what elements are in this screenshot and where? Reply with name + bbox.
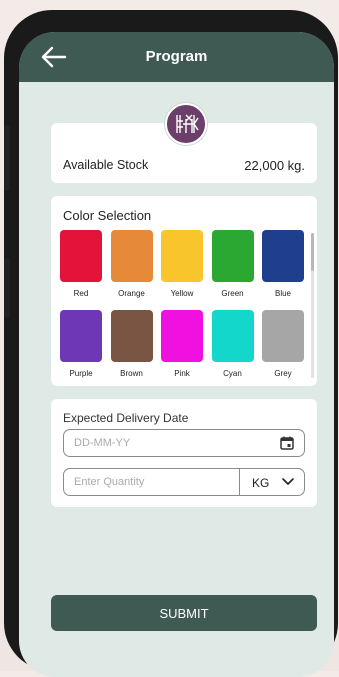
phone-frame: Program Available Stock 22,000 kg. Color… bbox=[4, 10, 338, 677]
brand-logo-icon bbox=[165, 103, 207, 145]
unit-value: KG bbox=[252, 476, 270, 490]
color-swatch-label: Green bbox=[221, 289, 244, 298]
chevron-down-icon bbox=[282, 478, 294, 485]
color-swatch-pink[interactable]: Pink bbox=[161, 310, 203, 378]
color-swatch-yellow[interactable]: Yellow bbox=[161, 230, 203, 298]
color-swatch-blue[interactable]: Blue bbox=[262, 230, 304, 298]
calendar-icon[interactable] bbox=[280, 436, 294, 450]
color-swatch-label: Brown bbox=[120, 369, 143, 378]
color-selection-card: Color Selection Red Orange Yellow Green Blue… bbox=[51, 196, 317, 386]
color-swatch-red[interactable]: Red bbox=[60, 230, 102, 298]
page-title: Program bbox=[145, 48, 208, 65]
color-swatch-label: Purple bbox=[69, 369, 93, 378]
color-swatch-label: Yellow bbox=[170, 289, 194, 298]
color-swatch-label: Orange bbox=[118, 289, 145, 298]
color-swatch-label: Red bbox=[73, 289, 89, 298]
delivery-card: Expected Delivery Date KG bbox=[51, 399, 317, 507]
quantity-field[interactable]: KG bbox=[63, 468, 305, 496]
color-swatch-purple[interactable]: Purple bbox=[60, 310, 102, 378]
submit-button[interactable]: SUBMIT bbox=[51, 595, 317, 631]
available-stock-label: Available Stock bbox=[63, 158, 149, 172]
color-swatch-brown[interactable]: Brown bbox=[110, 310, 153, 378]
color-swatch-box[interactable] bbox=[110, 310, 153, 362]
color-swatch-box[interactable] bbox=[60, 310, 102, 362]
available-stock-value: 22,000 kg. bbox=[244, 158, 305, 173]
color-scroll-thumb[interactable] bbox=[311, 233, 314, 271]
color-swatch-box[interactable] bbox=[211, 310, 254, 362]
color-swatch-label: Cyan bbox=[223, 369, 242, 378]
color-swatch-box[interactable] bbox=[211, 230, 254, 282]
color-swatch-orange[interactable]: Orange bbox=[110, 230, 153, 298]
app-bar: Program bbox=[19, 32, 334, 82]
color-swatch-label: Pink bbox=[174, 369, 190, 378]
color-selection-title: Color Selection bbox=[63, 208, 152, 223]
color-swatch-box[interactable] bbox=[262, 230, 304, 282]
color-swatch-box[interactable] bbox=[161, 310, 203, 362]
delivery-date-label: Expected Delivery Date bbox=[63, 411, 189, 425]
side-button-top bbox=[4, 125, 10, 191]
delivery-date-input[interactable] bbox=[74, 430, 234, 456]
app-screen: Program Available Stock 22,000 kg. Color… bbox=[19, 32, 334, 677]
color-swatch-box[interactable] bbox=[60, 230, 102, 282]
unit-dropdown[interactable]: KG bbox=[240, 469, 304, 495]
color-swatch-box[interactable] bbox=[110, 230, 153, 282]
color-swatch-box[interactable] bbox=[262, 310, 304, 362]
color-swatch-green[interactable]: Green bbox=[211, 230, 254, 298]
delivery-date-field[interactable] bbox=[63, 429, 305, 457]
quantity-input[interactable] bbox=[74, 469, 234, 495]
side-button-bottom bbox=[4, 258, 10, 318]
color-swatch-label: Grey bbox=[274, 369, 292, 378]
color-swatch-label: Blue bbox=[274, 289, 291, 298]
color-swatch-cyan[interactable]: Cyan bbox=[211, 310, 254, 378]
color-swatch-grey[interactable]: Grey bbox=[262, 310, 304, 378]
color-swatch-box[interactable] bbox=[161, 230, 203, 282]
color-scrollbar[interactable] bbox=[311, 233, 314, 378]
